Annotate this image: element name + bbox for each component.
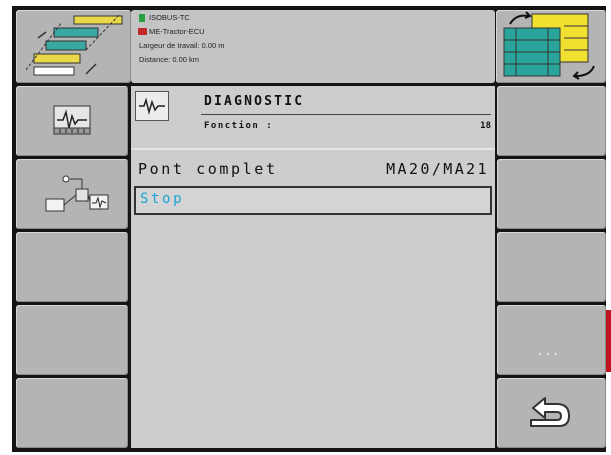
softkey-oscilloscope[interactable] (16, 86, 128, 156)
waveform-icon (139, 97, 165, 115)
back-arrow-icon (530, 397, 570, 427)
waveform-icon-box (135, 91, 169, 121)
softkey-empty-5[interactable] (16, 378, 128, 448)
softkey-empty-4[interactable] (16, 305, 128, 375)
red-edge-indicator (606, 310, 611, 372)
field-map-button[interactable] (16, 10, 131, 83)
function-label: Fonction : (204, 121, 274, 131)
function-value: 18 (480, 121, 491, 131)
state-field[interactable]: Stop (134, 186, 492, 215)
softkey-empty-3[interactable] (16, 232, 128, 302)
softkey-right-3[interactable] (497, 232, 606, 302)
sensor-diagnostic-icon (45, 175, 109, 212)
tractor-icon (138, 28, 147, 35)
section-swap-button[interactable] (496, 10, 606, 83)
oscilloscope-icon (53, 105, 91, 135)
page-title: DIAGNOSTIC (204, 94, 305, 109)
isobus-tc-icon (139, 14, 145, 22)
isobus-tc-label: ISOBUS-TC (149, 13, 190, 22)
section-swap-icon (503, 11, 595, 80)
field-section-map-icon (25, 13, 123, 76)
softkey-right-1[interactable] (497, 86, 606, 156)
working-width-label: Largeur de travail: 0.00 m (139, 41, 225, 50)
item-label: Pont complet (138, 160, 278, 178)
header-divider (131, 148, 495, 150)
item-value: MA20/MA21 (386, 160, 489, 178)
softkey-sensor-diagnostic[interactable] (16, 159, 128, 229)
more-icon: ... (537, 345, 560, 358)
state-value: Stop (140, 191, 185, 207)
title-underline (201, 114, 491, 115)
tractor-ecu-label: ME-Tractor-ECU (149, 27, 205, 36)
diagnostic-panel: DIAGNOSTIC Fonction : 18 Pont complet MA… (131, 86, 495, 448)
info-panel: ISOBUS-TC ME-Tractor-ECU Largeur de trav… (131, 10, 495, 83)
back-button[interactable] (497, 378, 606, 448)
distance-label: Distance: 0.00 km (139, 55, 200, 64)
softkey-right-2[interactable] (497, 159, 606, 229)
more-button[interactable]: ... (497, 305, 606, 375)
